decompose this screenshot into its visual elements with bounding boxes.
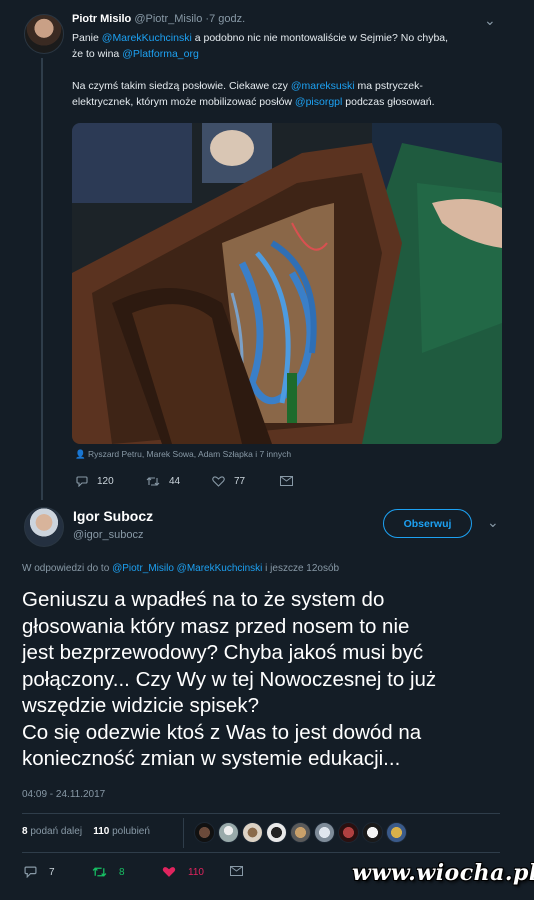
photo-tags-text: Ryszard Petru, Marek Sowa, Adam Szłapka … [87,449,292,459]
retweet-stat[interactable]: 8 podań dalej [22,826,82,837]
tweet-header: Piotr Misilo @Piotr_Misilo ·7 godz. [72,13,245,25]
watermark: www.wiocha.pl [352,860,534,886]
mail-icon [230,866,243,876]
photo-image [72,123,502,444]
text-segment: Panie [72,32,102,44]
mention-link[interactable]: @mareksuski [291,80,355,92]
like-count: 77 [234,476,246,487]
chevron-down-icon[interactable]: ⌄ [484,12,496,29]
tweet-line: konieczność zmian w systemie edukacji... [22,747,401,770]
avatar[interactable] [194,822,215,843]
retweet-icon [92,867,107,877]
tweet-text: Geniuszu a wpadłeś na to że system do gł… [22,587,522,773]
retweet-action[interactable]: 44 [146,476,180,487]
tweet-timestamp[interactable]: 04:09 - 24.11.2017 [22,789,105,800]
retweet-action[interactable]: 8 [92,866,125,878]
retweet-count: 8 [119,866,125,878]
avatar[interactable] [242,822,263,843]
tweet-line: połączony... Czy Wy w tej Nowoczesnej to… [22,667,437,691]
avatar[interactable] [338,822,359,843]
reply-action[interactable]: 120 [76,476,114,487]
author-name[interactable]: Igor Subocz [73,508,153,524]
reply-prefix: W odpowiedzi do to [22,563,113,574]
mention-link[interactable]: @Platforma_org [122,48,199,60]
avatar[interactable] [218,822,239,843]
tweet-time[interactable]: ·7 godz. [205,13,245,25]
thread-connector [41,58,43,500]
text-segment: a podobno nic nie montowaliście w Sejmie… [191,32,449,44]
reply-count: 7 [49,866,55,878]
like-stat[interactable]: 110 polubień [93,826,150,837]
photo-tags[interactable]: 👤 Ryszard Petru, Marek Sowa, Adam Szłapk… [75,449,291,460]
avatar[interactable] [314,822,335,843]
chevron-down-icon[interactable]: ⌄ [487,514,499,531]
reply-icon [24,866,37,878]
author-handle[interactable]: @igor_subocz [73,529,143,541]
person-icon: 👤 [75,449,86,459]
avatar[interactable] [386,822,407,843]
divider [22,852,500,853]
tweet-text: Panie @MarekKuchcinski a podobno nic nie… [72,30,502,110]
text-segment: podczas głosowań. [342,96,435,108]
divider [183,818,184,848]
like-action[interactable]: 110 [162,866,204,878]
tweet-photo[interactable] [72,123,502,444]
tweet-stats: 8 podań dalej 110 polubień [22,826,150,837]
tweet-line: Co się odezwie ktoś z Was to jest dowód … [22,720,422,744]
mail-icon [280,476,293,486]
reply-icon [76,476,88,487]
mention-link[interactable]: @pisorgpl [295,96,342,108]
author-name[interactable]: Piotr Misilo [72,13,131,25]
retweet-count: 44 [169,476,181,487]
text-segment: Na czymś takim siedzą posłowie. Ciekawe … [72,80,291,92]
reply-suffix[interactable]: i jeszcze 12osób [262,563,339,574]
avatar[interactable] [24,14,64,54]
like-action[interactable]: 77 [212,476,245,487]
likers-avatars [194,822,407,843]
dm-action[interactable] [280,476,293,486]
dm-action[interactable] [230,866,243,876]
reply-mentions[interactable]: @Piotr_Misilo @MarekKuchcinski [112,563,262,574]
avatar[interactable] [24,507,64,547]
retweet-icon [146,477,160,486]
text-segment: że to wina [72,48,123,60]
tweet-line: głosowania który masz przed nosem to nie [22,614,410,638]
avatar[interactable] [290,822,311,843]
heart-icon [162,867,176,877]
tweet-line: Geniuszu a wpadłeś na to że system do [22,588,385,611]
follow-button[interactable]: Obserwuj [383,509,472,538]
text-segment: ma pstryczek- [354,80,423,92]
tweet-line: jest bezprzewodowy? Chyba jakoś musi być [22,641,424,664]
reply-count: 120 [97,476,114,487]
mention-link[interactable]: @MarekKuchcinski [102,32,192,44]
reply-action[interactable]: 7 [24,866,55,878]
heart-icon [212,476,225,487]
reply-context: W odpowiedzi do to @Piotr_Misilo @MarekK… [22,563,339,574]
avatar[interactable] [362,822,383,843]
divider [22,813,500,814]
like-count: 110 [188,866,204,878]
tweet-line: wszędzie widzicie spisek? [22,694,259,717]
avatar[interactable] [266,822,287,843]
author-handle[interactable]: @Piotr_Misilo [134,13,202,25]
text-segment: elektrycznek, którym może mobilizować po… [72,96,295,108]
